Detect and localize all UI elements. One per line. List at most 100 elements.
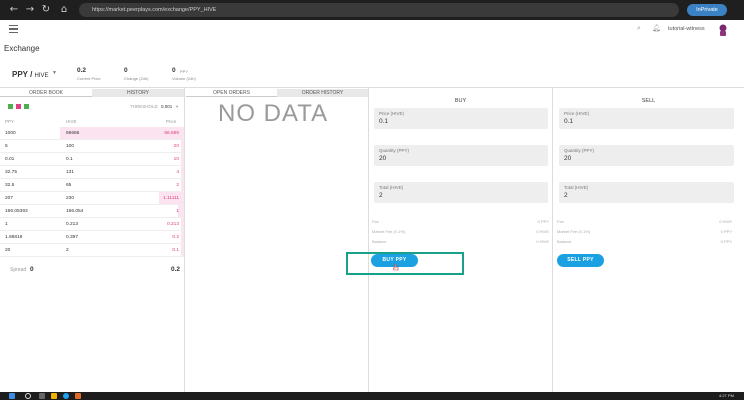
view-sell-icon[interactable]	[16, 104, 21, 109]
tab-order-book[interactable]: ORDER BOOK	[0, 89, 92, 97]
hand-cursor-icon	[393, 264, 399, 271]
order-ppy: 20	[5, 248, 11, 253]
order-hive: 166.054	[66, 209, 84, 214]
sell-quantity-label: Quantity (PPY)	[564, 148, 595, 153]
file-explorer-icon[interactable]	[51, 393, 57, 399]
chevron-down-icon[interactable]: ▼	[52, 70, 57, 76]
order-price: 0.213	[166, 222, 179, 227]
spread-price: 0.2	[170, 266, 180, 273]
forward-icon[interactable]: →	[24, 4, 36, 16]
order-hive: 66666	[66, 131, 80, 136]
buy-total-field[interactable]: Total (HIVE) 2	[374, 182, 548, 203]
order-row[interactable]: 1000 66666 66.666	[0, 127, 184, 140]
menu-icon[interactable]	[9, 25, 18, 33]
avatar[interactable]	[718, 23, 728, 37]
order-row[interactable]: 0.01 0.1 10	[0, 153, 184, 166]
back-icon[interactable]: ←	[8, 4, 20, 16]
tab-history[interactable]: HISTORY	[92, 89, 184, 97]
current-price-label: Current Price	[77, 76, 101, 81]
change-value: 0	[124, 67, 128, 74]
divider	[184, 87, 185, 392]
column-price: Price	[166, 119, 177, 124]
tab-order-history[interactable]: ORDER HISTORY	[277, 89, 368, 97]
tab-open-orders[interactable]: OPEN ORDERS	[186, 89, 277, 97]
order-ppy: 5	[5, 144, 8, 149]
order-hive: 0.397	[66, 235, 79, 240]
home-icon[interactable]: ⌂	[58, 4, 70, 16]
order-price: 1.11111	[163, 196, 179, 201]
threshold-select[interactable]: 0.001	[161, 104, 172, 109]
order-price: 0.2	[172, 235, 179, 240]
order-row[interactable]: 20 2 0.1	[0, 244, 184, 257]
sell-price-label: Price (HIVE)	[564, 111, 590, 116]
order-ppy: 1	[5, 222, 8, 227]
buy-quantity-value: 20	[379, 155, 387, 162]
sell-total-label: Total (HIVE)	[564, 185, 589, 190]
page-title: Exchange	[4, 44, 40, 53]
sell-quantity-field[interactable]: Quantity (PPY) 20	[559, 145, 734, 166]
taskbar	[0, 392, 744, 400]
task-view-icon[interactable]	[39, 393, 45, 399]
depth-bar	[181, 166, 184, 178]
depth-bar	[181, 153, 184, 165]
windows-start-icon[interactable]	[9, 393, 15, 399]
sell-fee-value: 0 HIVE	[719, 219, 732, 224]
buy-balance-label: Balance	[372, 239, 387, 244]
spread-label: Spread	[10, 267, 27, 273]
sell-total-value: 2	[564, 192, 568, 199]
sell-market-fee-label: Market Fee (0.1%)	[557, 229, 591, 234]
buy-fee-value: 0 PPY	[537, 219, 549, 224]
order-row[interactable]: 5 100 20	[0, 140, 184, 153]
view-buy-icon[interactable]	[24, 104, 29, 109]
column-hive: HIVE	[66, 119, 77, 124]
volume-value: 0	[172, 67, 176, 74]
order-row[interactable]: 1.98818 0.397 0.2	[0, 231, 184, 244]
edge-browser-icon[interactable]	[63, 393, 69, 399]
search-icon[interactable]: ⌕	[637, 24, 641, 33]
order-row[interactable]: 207 230 1.11111	[0, 192, 184, 205]
pair-selector[interactable]: PPY / HIVE	[12, 70, 49, 79]
sell-balance-value: 0 PPY	[720, 239, 732, 244]
inprivate-badge[interactable]: InPrivate	[687, 4, 727, 16]
username[interactable]: tutorial-witness	[668, 26, 705, 32]
buy-quantity-field[interactable]: Quantity (PPY) 20	[374, 145, 548, 166]
sell-price-field[interactable]: Price (HIVE) 0.1	[559, 108, 734, 129]
sell-total-field[interactable]: Total (HIVE) 2	[559, 182, 734, 203]
empty-state: NO DATA	[218, 100, 329, 127]
order-ppy: 166.05393	[5, 209, 28, 214]
depth-bar	[181, 231, 184, 243]
order-ppy: 32.75	[5, 170, 18, 175]
view-both-icon[interactable]	[8, 104, 13, 109]
sell-price-value: 0.1	[564, 118, 574, 125]
depth-bar	[181, 218, 184, 230]
order-price: 66.666	[164, 131, 179, 136]
order-price: 10	[173, 157, 179, 162]
order-ppy: 0.01	[5, 157, 15, 162]
refresh-icon[interactable]: ↻	[40, 4, 52, 16]
buy-price-field[interactable]: Price (HIVE) 0.1	[374, 108, 548, 129]
order-row[interactable]: 1 0.213 0.213	[0, 218, 184, 231]
order-ppy: 1000	[5, 131, 16, 136]
volume-unit: PPY	[180, 69, 189, 74]
order-price: 2	[176, 183, 179, 188]
buy-market-fee-label: Market Fee (0.1%)	[372, 229, 406, 234]
divider	[368, 87, 369, 392]
chevron-down-icon[interactable]: ▾	[176, 104, 178, 110]
sell-market-fee-value: 0 PPY	[720, 229, 732, 234]
spread-value: 0	[30, 266, 34, 273]
order-row[interactable]: 166.05393 166.054 1	[0, 205, 184, 218]
sell-ppy-button[interactable]: SELL PPY	[557, 254, 604, 267]
search-icon[interactable]	[25, 393, 31, 399]
app-icon[interactable]	[75, 393, 81, 399]
bell-icon[interactable]: 🔔︎	[652, 24, 661, 32]
pair-quote: HIVE	[34, 73, 49, 79]
order-row[interactable]: 32.75 131 4	[0, 166, 184, 179]
orders-panel	[185, 87, 368, 392]
order-row[interactable]: 32.5 65 2	[0, 179, 184, 192]
buy-market-fee-value: 0 HIVE	[536, 229, 549, 234]
buy-total-value: 2	[379, 192, 383, 199]
order-hive: 131	[66, 170, 75, 175]
order-price: 0.1	[172, 248, 179, 253]
change-label: Change (24h)	[124, 76, 149, 81]
app-header	[0, 20, 744, 40]
